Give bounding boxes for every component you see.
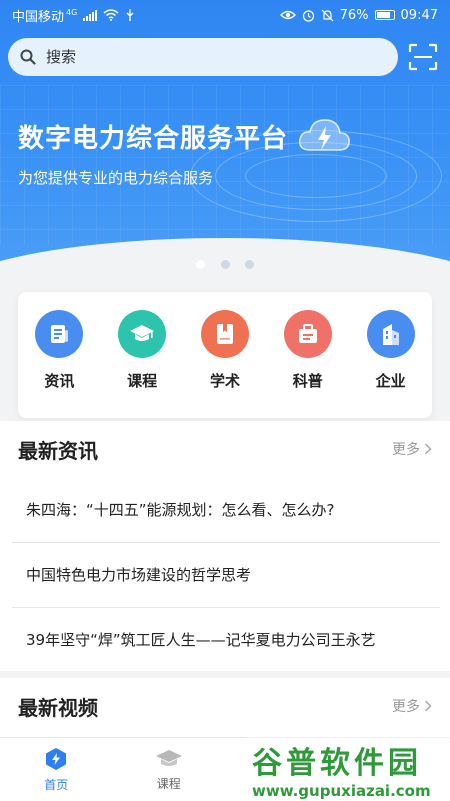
building-icon bbox=[367, 310, 415, 358]
news-list-item[interactable]: 朱四海：“十四五”能源规划：怎么看、怎么办? bbox=[0, 477, 450, 542]
banner-pagination[interactable] bbox=[0, 254, 450, 273]
section-title: 最新视频 bbox=[18, 692, 98, 721]
news-list-item[interactable]: 39年坚守“焊”筑工匠人生——记华夏电力公司王永艺 bbox=[0, 607, 450, 672]
menu-item-academic[interactable]: 学术 bbox=[189, 310, 261, 391]
news-icon bbox=[35, 310, 83, 358]
pagination-dot[interactable] bbox=[221, 260, 230, 269]
graduation-cap-icon bbox=[155, 748, 183, 770]
usb-icon bbox=[125, 9, 135, 21]
search-input[interactable] bbox=[44, 47, 368, 67]
pagination-dot[interactable] bbox=[245, 260, 254, 269]
watermark-url: www.gupuxiazai.com bbox=[252, 782, 431, 800]
home-bolt-icon bbox=[44, 747, 68, 771]
menu-item-science[interactable]: 科普 bbox=[272, 310, 344, 391]
menu-label: 企业 bbox=[376, 370, 406, 391]
menu-label: 资讯 bbox=[44, 370, 74, 391]
more-label: 更多 bbox=[392, 439, 420, 459]
menu-label: 课程 bbox=[127, 370, 157, 391]
banner-ring bbox=[245, 154, 387, 198]
more-label: 更多 bbox=[392, 696, 420, 716]
menu-label: 科普 bbox=[293, 370, 323, 391]
tab-label: 课程 bbox=[157, 775, 181, 792]
briefcase-icon bbox=[284, 310, 332, 358]
battery-percent: 76% bbox=[340, 8, 369, 23]
pagination-dot[interactable] bbox=[196, 260, 205, 269]
menu-item-news[interactable]: 资讯 bbox=[23, 310, 95, 391]
status-bar: 中国移动 4G 76% 09:47 bbox=[0, 0, 450, 30]
wifi-icon bbox=[103, 9, 119, 21]
chevron-right-icon bbox=[424, 700, 432, 712]
scan-icon[interactable] bbox=[408, 43, 438, 71]
cloud-bolt-icon bbox=[296, 112, 352, 158]
search-icon bbox=[20, 49, 36, 65]
more-link[interactable]: 更多 bbox=[392, 439, 432, 459]
menu-label: 学术 bbox=[210, 370, 240, 391]
news-section: 最新资讯 更多 朱四海：“十四五”能源规划：怎么看、怎么办? 中国特色电力市场建… bbox=[0, 421, 450, 671]
news-list-item[interactable]: 中国特色电力市场建设的哲学思考 bbox=[0, 542, 450, 607]
video-section: 最新视频 更多 bbox=[0, 678, 450, 737]
news-title: 39年坚守“焊”筑工匠人生——记华夏电力公司王永艺 bbox=[26, 629, 376, 650]
eye-icon bbox=[280, 9, 296, 21]
menu-item-enterprise[interactable]: 企业 bbox=[355, 310, 427, 391]
watermark-title: 谷普软件园 bbox=[252, 738, 422, 782]
alarm-icon bbox=[302, 9, 315, 22]
search-bar[interactable] bbox=[8, 38, 398, 76]
menu-item-courses[interactable]: 课程 bbox=[106, 310, 178, 391]
tab-label: 首页 bbox=[44, 776, 68, 793]
news-title: 朱四海：“十四五”能源规划：怎么看、怎么办? bbox=[26, 499, 335, 520]
section-title: 最新资讯 bbox=[18, 435, 98, 464]
signal-icon bbox=[83, 10, 97, 21]
book-icon bbox=[201, 310, 249, 358]
section-header: 最新资讯 更多 bbox=[0, 421, 450, 477]
mute-icon bbox=[321, 9, 334, 22]
battery-icon bbox=[375, 10, 395, 20]
news-title: 中国特色电力市场建设的哲学思考 bbox=[26, 564, 251, 585]
network-type: 4G bbox=[66, 8, 77, 17]
watermark-logo: 谷普软件园 www.gupuxiazai.com bbox=[246, 737, 450, 800]
banner-subtitle: 为您提供专业的电力综合服务 bbox=[18, 167, 213, 188]
section-header: 最新视频 更多 bbox=[0, 678, 450, 734]
more-link[interactable]: 更多 bbox=[392, 696, 432, 716]
banner-title: 数字电力综合服务平台 bbox=[18, 118, 288, 155]
carrier-label: 中国移动 bbox=[12, 6, 64, 25]
clock-time: 09:47 bbox=[401, 8, 438, 23]
tab-courses[interactable]: 课程 bbox=[113, 738, 226, 801]
tab-home[interactable]: 首页 bbox=[0, 738, 113, 801]
category-menu: 资讯 课程 学术 科普 企业 bbox=[18, 292, 432, 418]
graduation-cap-icon bbox=[118, 310, 166, 358]
chevron-right-icon bbox=[424, 443, 432, 455]
